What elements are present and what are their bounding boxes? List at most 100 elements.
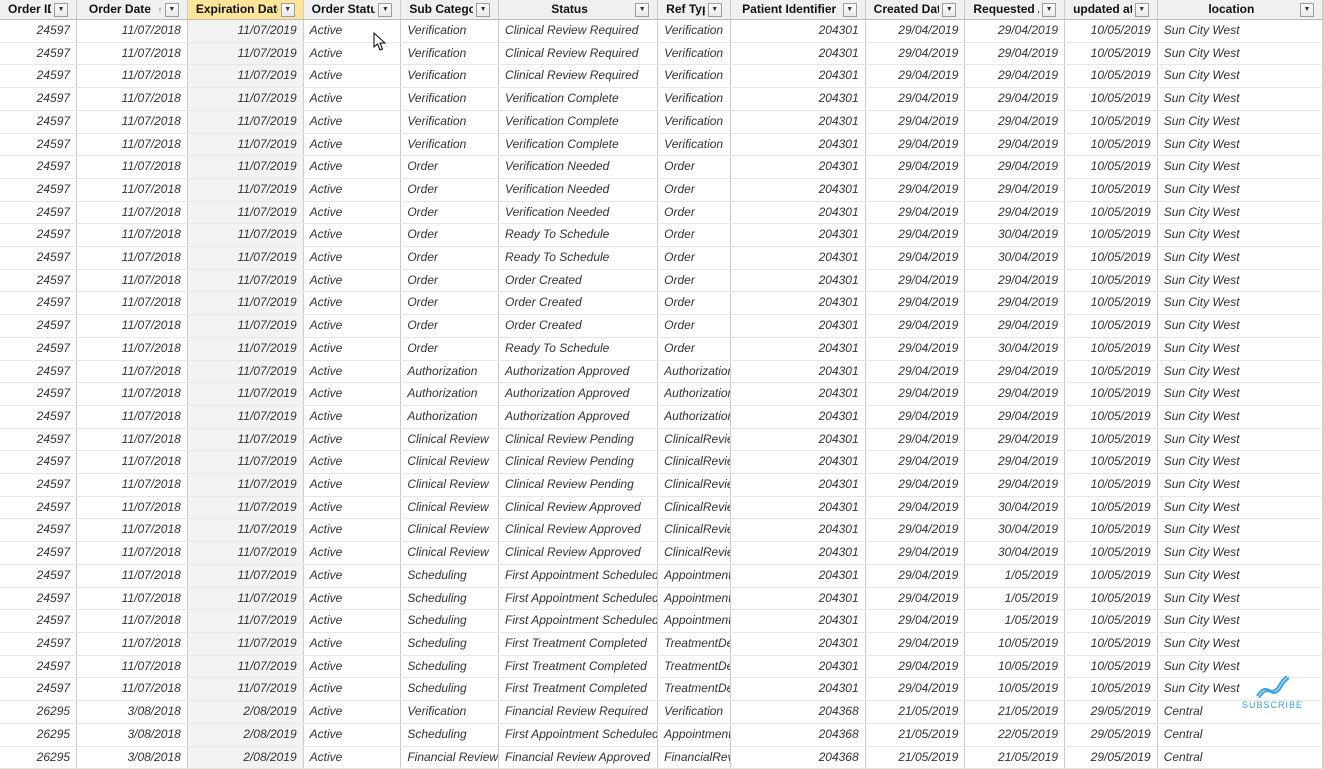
cell-location[interactable]: Central [1157,723,1322,746]
cell-location[interactable]: Sun City West [1157,110,1322,133]
filter-dropdown-icon[interactable]: ▼ [165,3,179,17]
cell-order_status[interactable]: Active [303,632,401,655]
cell-order_status[interactable]: Active [303,42,401,65]
cell-ref_type[interactable]: TreatmentDetail [658,632,731,655]
cell-order_id[interactable]: 24597 [0,315,77,338]
cell-created_date[interactable]: 29/04/2019 [865,110,965,133]
cell-updated_at[interactable]: 10/05/2019 [1065,224,1158,247]
table-row[interactable]: 2459711/07/201811/07/2019ActiveSchedulin… [0,678,1323,701]
cell-updated_at[interactable]: 29/05/2019 [1065,723,1158,746]
cell-requested_at[interactable]: 22/05/2019 [965,723,1065,746]
cell-order_status[interactable]: Active [303,88,401,111]
cell-ref_type[interactable]: Verification [658,133,731,156]
cell-created_date[interactable]: 29/04/2019 [865,133,965,156]
cell-order_id[interactable]: 24597 [0,632,77,655]
cell-requested_at[interactable]: 29/04/2019 [965,156,1065,179]
cell-expiration_date[interactable]: 11/07/2019 [187,224,303,247]
filter-dropdown-icon[interactable]: ▼ [54,3,68,17]
cell-location[interactable]: Sun City West [1157,65,1322,88]
cell-location[interactable]: Sun City West [1157,542,1322,565]
cell-patient_identifier[interactable]: 204301 [730,610,865,633]
cell-requested_at[interactable]: 29/04/2019 [965,292,1065,315]
cell-requested_at[interactable]: 29/04/2019 [965,88,1065,111]
cell-patient_identifier[interactable]: 204301 [730,337,865,360]
cell-order_date[interactable]: 11/07/2018 [77,405,188,428]
cell-created_date[interactable]: 29/04/2019 [865,632,965,655]
cell-order_id[interactable]: 24597 [0,178,77,201]
cell-ref_type[interactable]: Verification [658,20,731,43]
cell-location[interactable]: Central [1157,746,1322,769]
cell-updated_at[interactable]: 10/05/2019 [1065,201,1158,224]
cell-expiration_date[interactable]: 11/07/2019 [187,178,303,201]
cell-status[interactable]: Authorization Approved [499,360,658,383]
cell-expiration_date[interactable]: 11/07/2019 [187,564,303,587]
cell-sub_category[interactable]: Verification [401,65,499,88]
cell-sub_category[interactable]: Authorization [401,405,499,428]
cell-expiration_date[interactable]: 11/07/2019 [187,632,303,655]
cell-ref_type[interactable]: Appointment [658,587,731,610]
column-header-order_status[interactable]: Order Status▼ [303,0,401,20]
cell-order_id[interactable]: 24597 [0,110,77,133]
cell-location[interactable]: Sun City West [1157,383,1322,406]
cell-status[interactable]: Ready To Schedule [499,224,658,247]
cell-location[interactable]: Sun City West [1157,496,1322,519]
cell-requested_at[interactable]: 30/04/2019 [965,496,1065,519]
cell-order_id[interactable]: 24597 [0,292,77,315]
filter-dropdown-icon[interactable]: ▼ [1300,3,1314,17]
cell-order_date[interactable]: 3/08/2018 [77,746,188,769]
filter-dropdown-icon[interactable]: ▼ [1135,3,1149,17]
cell-created_date[interactable]: 29/04/2019 [865,428,965,451]
cell-status[interactable]: First Appointment Scheduled [499,564,658,587]
cell-expiration_date[interactable]: 11/07/2019 [187,65,303,88]
cell-sub_category[interactable]: Verification [401,133,499,156]
cell-ref_type[interactable]: Order [658,315,731,338]
cell-order_id[interactable]: 24597 [0,405,77,428]
cell-expiration_date[interactable]: 11/07/2019 [187,496,303,519]
cell-expiration_date[interactable]: 11/07/2019 [187,315,303,338]
cell-created_date[interactable]: 29/04/2019 [865,519,965,542]
cell-ref_type[interactable]: Appointment [658,564,731,587]
cell-created_date[interactable]: 29/04/2019 [865,292,965,315]
cell-created_date[interactable]: 29/04/2019 [865,156,965,179]
cell-ref_type[interactable]: TreatmentDetail [658,678,731,701]
cell-created_date[interactable]: 29/04/2019 [865,360,965,383]
cell-order_id[interactable]: 24597 [0,88,77,111]
cell-status[interactable]: Verification Complete [499,133,658,156]
cell-location[interactable]: Sun City West [1157,269,1322,292]
cell-updated_at[interactable]: 10/05/2019 [1065,247,1158,270]
cell-created_date[interactable]: 29/04/2019 [865,269,965,292]
cell-status[interactable]: Verification Needed [499,156,658,179]
filter-dropdown-icon[interactable]: ▼ [1042,3,1056,17]
cell-status[interactable]: Clinical Review Pending [499,451,658,474]
cell-patient_identifier[interactable]: 204301 [730,88,865,111]
cell-location[interactable]: Sun City West [1157,178,1322,201]
cell-patient_identifier[interactable]: 204301 [730,564,865,587]
cell-status[interactable]: Clinical Review Pending [499,474,658,497]
column-header-ref_type[interactable]: Ref Type▼ [658,0,731,20]
cell-ref_type[interactable]: ClinicalReview [658,451,731,474]
cell-sub_category[interactable]: Scheduling [401,610,499,633]
cell-created_date[interactable]: 21/05/2019 [865,723,965,746]
cell-order_id[interactable]: 24597 [0,42,77,65]
cell-created_date[interactable]: 29/04/2019 [865,337,965,360]
cell-order_status[interactable]: Active [303,474,401,497]
cell-patient_identifier[interactable]: 204301 [730,655,865,678]
table-row[interactable]: 262953/08/20182/08/2019ActiveSchedulingF… [0,723,1323,746]
table-row[interactable]: 2459711/07/201811/07/2019ActiveVerificat… [0,20,1323,43]
cell-sub_category[interactable]: Clinical Review [401,451,499,474]
cell-created_date[interactable]: 29/04/2019 [865,610,965,633]
cell-expiration_date[interactable]: 11/07/2019 [187,383,303,406]
cell-order_date[interactable]: 11/07/2018 [77,632,188,655]
cell-patient_identifier[interactable]: 204368 [730,723,865,746]
cell-order_status[interactable]: Active [303,156,401,179]
cell-expiration_date[interactable]: 11/07/2019 [187,474,303,497]
cell-order_status[interactable]: Active [303,610,401,633]
cell-requested_at[interactable]: 29/04/2019 [965,315,1065,338]
cell-status[interactable]: Verification Complete [499,88,658,111]
cell-order_id[interactable]: 24597 [0,587,77,610]
cell-patient_identifier[interactable]: 204301 [730,20,865,43]
column-header-updated_at[interactable]: updated at▼ [1065,0,1158,20]
table-row[interactable]: 2459711/07/201811/07/2019ActiveOrderVeri… [0,201,1323,224]
cell-ref_type[interactable]: Verification [658,88,731,111]
cell-updated_at[interactable]: 10/05/2019 [1065,383,1158,406]
